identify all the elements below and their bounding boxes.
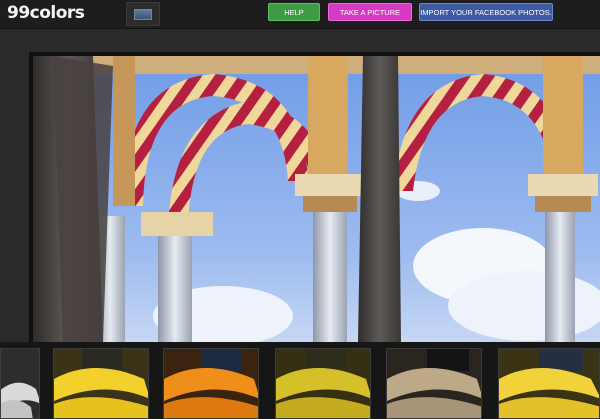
filter-thumbnail[interactable]	[498, 348, 600, 419]
rope-thumbnail-image	[276, 349, 370, 418]
top-bar: 99colors HELP TAKE A PICTURE IMPORT YOUR…	[0, 0, 600, 29]
filter-thumbnail[interactable]	[163, 348, 259, 419]
take-picture-button[interactable]: TAKE A PICTURE	[328, 3, 412, 21]
main-photo[interactable]	[33, 56, 600, 342]
app-logo[interactable]: 99colors	[7, 3, 85, 23]
import-facebook-photos-button[interactable]: IMPORT YOUR FACEBOOK PHOTOS.	[419, 3, 553, 21]
filter-thumbnail[interactable]	[386, 348, 482, 419]
image-icon	[134, 9, 152, 20]
filter-thumbnail[interactable]	[53, 348, 149, 419]
filter-thumbnail[interactable]	[275, 348, 371, 419]
help-button[interactable]: HELP	[268, 3, 320, 21]
filter-thumbnail[interactable]	[0, 348, 40, 419]
rope-thumbnail-image	[164, 349, 258, 418]
rope-thumbnail-image	[387, 349, 481, 418]
rope-thumbnail-image	[54, 349, 148, 418]
photo-stage	[29, 52, 600, 342]
arches-photo-illustration	[33, 56, 600, 342]
rope-thumbnail-image	[499, 349, 599, 418]
current-image-thumbnail[interactable]	[126, 2, 160, 26]
rope-thumbnail-image	[1, 349, 39, 418]
